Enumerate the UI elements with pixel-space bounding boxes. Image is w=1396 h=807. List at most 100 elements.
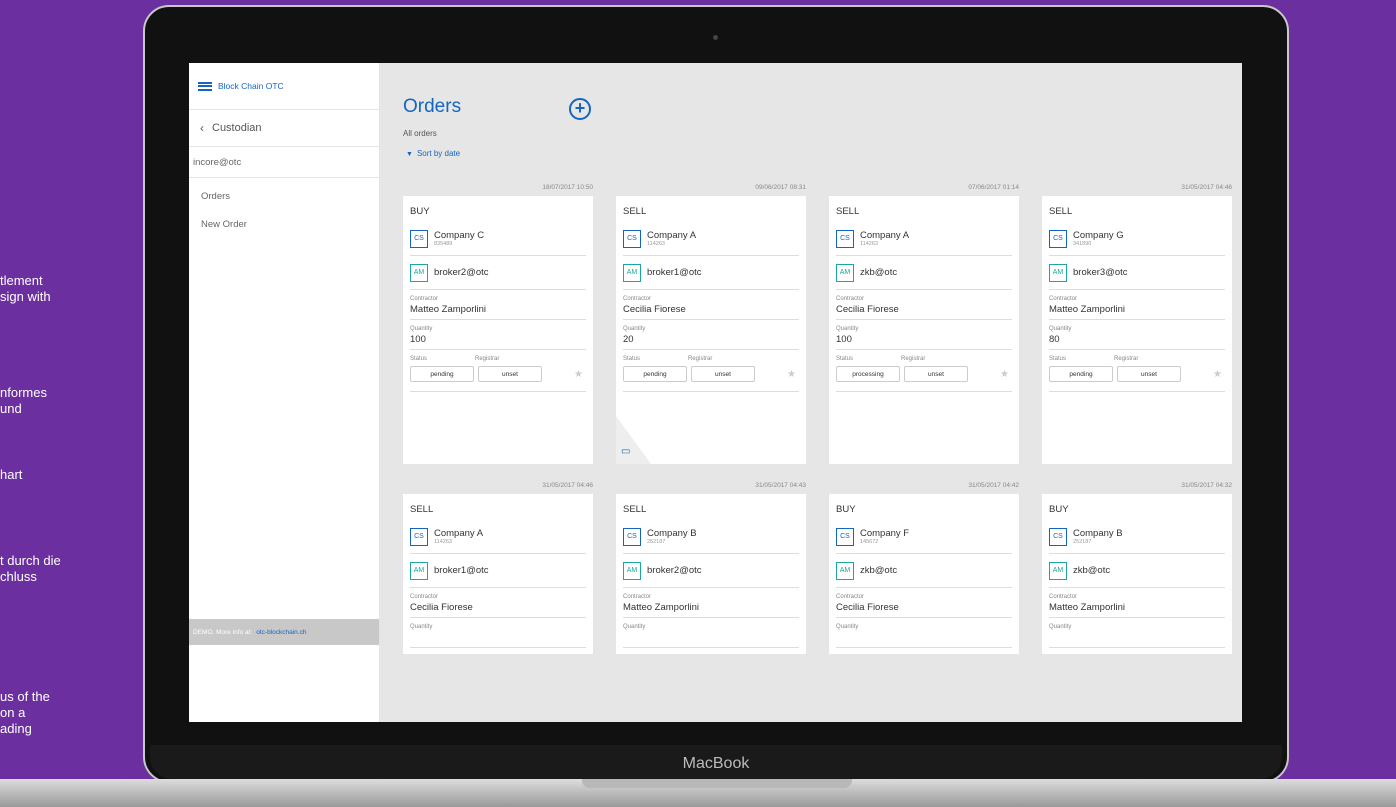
device-brand: MacBook: [682, 755, 750, 772]
order-date: 31/05/2017 04:42: [968, 482, 1019, 489]
broker-badge: AM: [623, 263, 641, 282]
star-icon[interactable]: ★: [1000, 369, 1009, 380]
quantity-label: Quantity: [836, 624, 859, 630]
status-label: Status: [623, 356, 641, 362]
sidebar-footer: DEMO. More info at: otc-blockchain.ch: [189, 619, 379, 645]
company-id: 114263: [434, 539, 452, 545]
registrar-label: Registrar: [901, 356, 926, 362]
broker-name: broker3@otc: [1073, 267, 1128, 278]
company-badge: CS: [836, 527, 854, 546]
order-card[interactable]: 31/05/2017 04:46 SELL CS Company G 341890 …: [1042, 184, 1232, 464]
bg-line: t durch die: [0, 553, 61, 568]
order-card[interactable]: 31/05/2017 04:32 BUY CS Company B 252187 A…: [1042, 482, 1232, 654]
contractor-value: Matteo Zamporlini: [623, 602, 700, 613]
broker-badge: AM: [836, 561, 854, 580]
company-id: 835489: [434, 241, 453, 247]
company-id: 145672: [860, 539, 879, 545]
star-icon[interactable]: ★: [574, 369, 583, 380]
contractor-label: Contractor: [1049, 296, 1078, 302]
order-date: 09/06/2017 08:31: [755, 184, 806, 191]
order-card[interactable]: 31/05/2017 04:43 SELL CS Company B 252187 …: [616, 482, 806, 654]
contractor-label: Contractor: [836, 594, 865, 600]
sidebar-item-new-order[interactable]: New Order: [189, 218, 379, 246]
contractor-label: Contractor: [410, 594, 439, 600]
contractor-label: Contractor: [623, 296, 652, 302]
company-badge: CS: [410, 527, 428, 546]
company-badge: CS: [1049, 527, 1067, 546]
company-badge: CS: [623, 527, 641, 546]
bg-line: chluss: [0, 569, 37, 584]
quantity-label: Quantity: [623, 624, 646, 630]
broker-name: broker2@otc: [647, 565, 702, 576]
current-user: incore@otc: [189, 147, 379, 178]
bg-line: und: [0, 401, 22, 416]
quantity-label: Quantity: [410, 326, 433, 332]
bg-line: tlement: [0, 273, 43, 288]
sort-dropdown[interactable]: ▼ Sort by date: [406, 149, 460, 158]
status-pill[interactable]: pending: [1049, 366, 1113, 382]
footer-text: DEMO. More info at:: [193, 628, 253, 636]
company-name: Company F: [860, 528, 910, 539]
laptop-notch: [582, 779, 852, 788]
order-card[interactable]: 09/06/2017 08:31 SELL CS Company A 114263 …: [616, 184, 806, 464]
order-date: 31/05/2017 04:46: [1181, 184, 1232, 191]
footer-link[interactable]: otc-blockchain.ch: [256, 629, 306, 636]
order-date: 31/05/2017 04:43: [755, 482, 806, 489]
registrar-pill[interactable]: unset: [478, 366, 542, 382]
contractor-value: Matteo Zamporlini: [1049, 602, 1126, 613]
contractor-value: Cecilia Fiorese: [836, 304, 899, 315]
sidebar-item-orders[interactable]: Orders: [189, 190, 379, 218]
order-side: BUY: [410, 206, 430, 217]
comment-icon[interactable]: ▭: [621, 446, 630, 457]
registrar-label: Registrar: [475, 356, 500, 362]
add-order-button[interactable]: +: [569, 98, 591, 120]
broker-badge: AM: [410, 561, 428, 580]
menu-icon[interactable]: [198, 81, 212, 91]
quantity-label: Quantity: [623, 326, 646, 332]
order-date: 07/06/2017 01:14: [968, 184, 1019, 191]
registrar-pill[interactable]: unset: [904, 366, 968, 382]
broker-name: zkb@otc: [1073, 565, 1111, 576]
quantity-value: 100: [836, 334, 852, 345]
status-label: Status: [1049, 356, 1067, 362]
bg-line: on a: [0, 705, 26, 720]
bg-line: us of the: [0, 689, 50, 704]
status-label: Status: [836, 356, 854, 362]
broker-badge: AM: [410, 263, 428, 282]
broker-name: zkb@otc: [860, 267, 898, 278]
bg-line: hart: [0, 467, 23, 482]
star-icon[interactable]: ★: [1213, 369, 1222, 380]
camera-dot: [713, 35, 718, 40]
broker-badge: AM: [1049, 561, 1067, 580]
back-custodian[interactable]: ‹ Custodian: [189, 110, 379, 147]
order-side: SELL: [623, 206, 647, 217]
main-content: Orders + All orders ▼ Sort by date 18/07/…: [379, 63, 1242, 722]
order-card[interactable]: 31/05/2017 04:42 BUY CS Company F 145672 A…: [829, 482, 1019, 654]
registrar-label: Registrar: [688, 356, 713, 362]
page-title: Orders: [403, 96, 462, 117]
order-date: 31/05/2017 04:46: [542, 482, 593, 489]
bg-line: sign with: [0, 289, 51, 304]
registrar-pill[interactable]: unset: [691, 366, 755, 382]
registrar-pill[interactable]: unset: [1117, 366, 1181, 382]
quantity-value: 20: [623, 334, 634, 345]
status-pill[interactable]: processing: [836, 366, 900, 382]
quantity-label: Quantity: [1049, 326, 1072, 332]
status-pill[interactable]: pending: [623, 366, 687, 382]
sidebar: Block Chain OTC ‹ Custodian incore@otc O…: [189, 63, 380, 722]
status-pill[interactable]: pending: [410, 366, 474, 382]
bg-line: nformes: [0, 385, 47, 400]
quantity-label: Quantity: [1049, 624, 1072, 630]
contractor-label: Contractor: [836, 296, 865, 302]
app-title[interactable]: Block Chain OTC: [218, 81, 284, 91]
broker-name: zkb@otc: [860, 565, 898, 576]
broker-badge: AM: [623, 561, 641, 580]
order-card[interactable]: 31/05/2017 04:46 SELL CS Company A 114263 …: [403, 482, 593, 654]
order-card[interactable]: 07/06/2017 01:14 SELL CS Company A 114263 …: [829, 184, 1019, 464]
contractor-label: Contractor: [1049, 594, 1078, 600]
star-icon[interactable]: ★: [787, 369, 796, 380]
order-card[interactable]: 18/07/2017 10:50 BUY CS Company C 835489 A…: [403, 184, 593, 464]
company-id: 252187: [647, 539, 666, 545]
company-id: 252187: [1073, 539, 1092, 545]
broker-name: broker1@otc: [647, 267, 702, 278]
